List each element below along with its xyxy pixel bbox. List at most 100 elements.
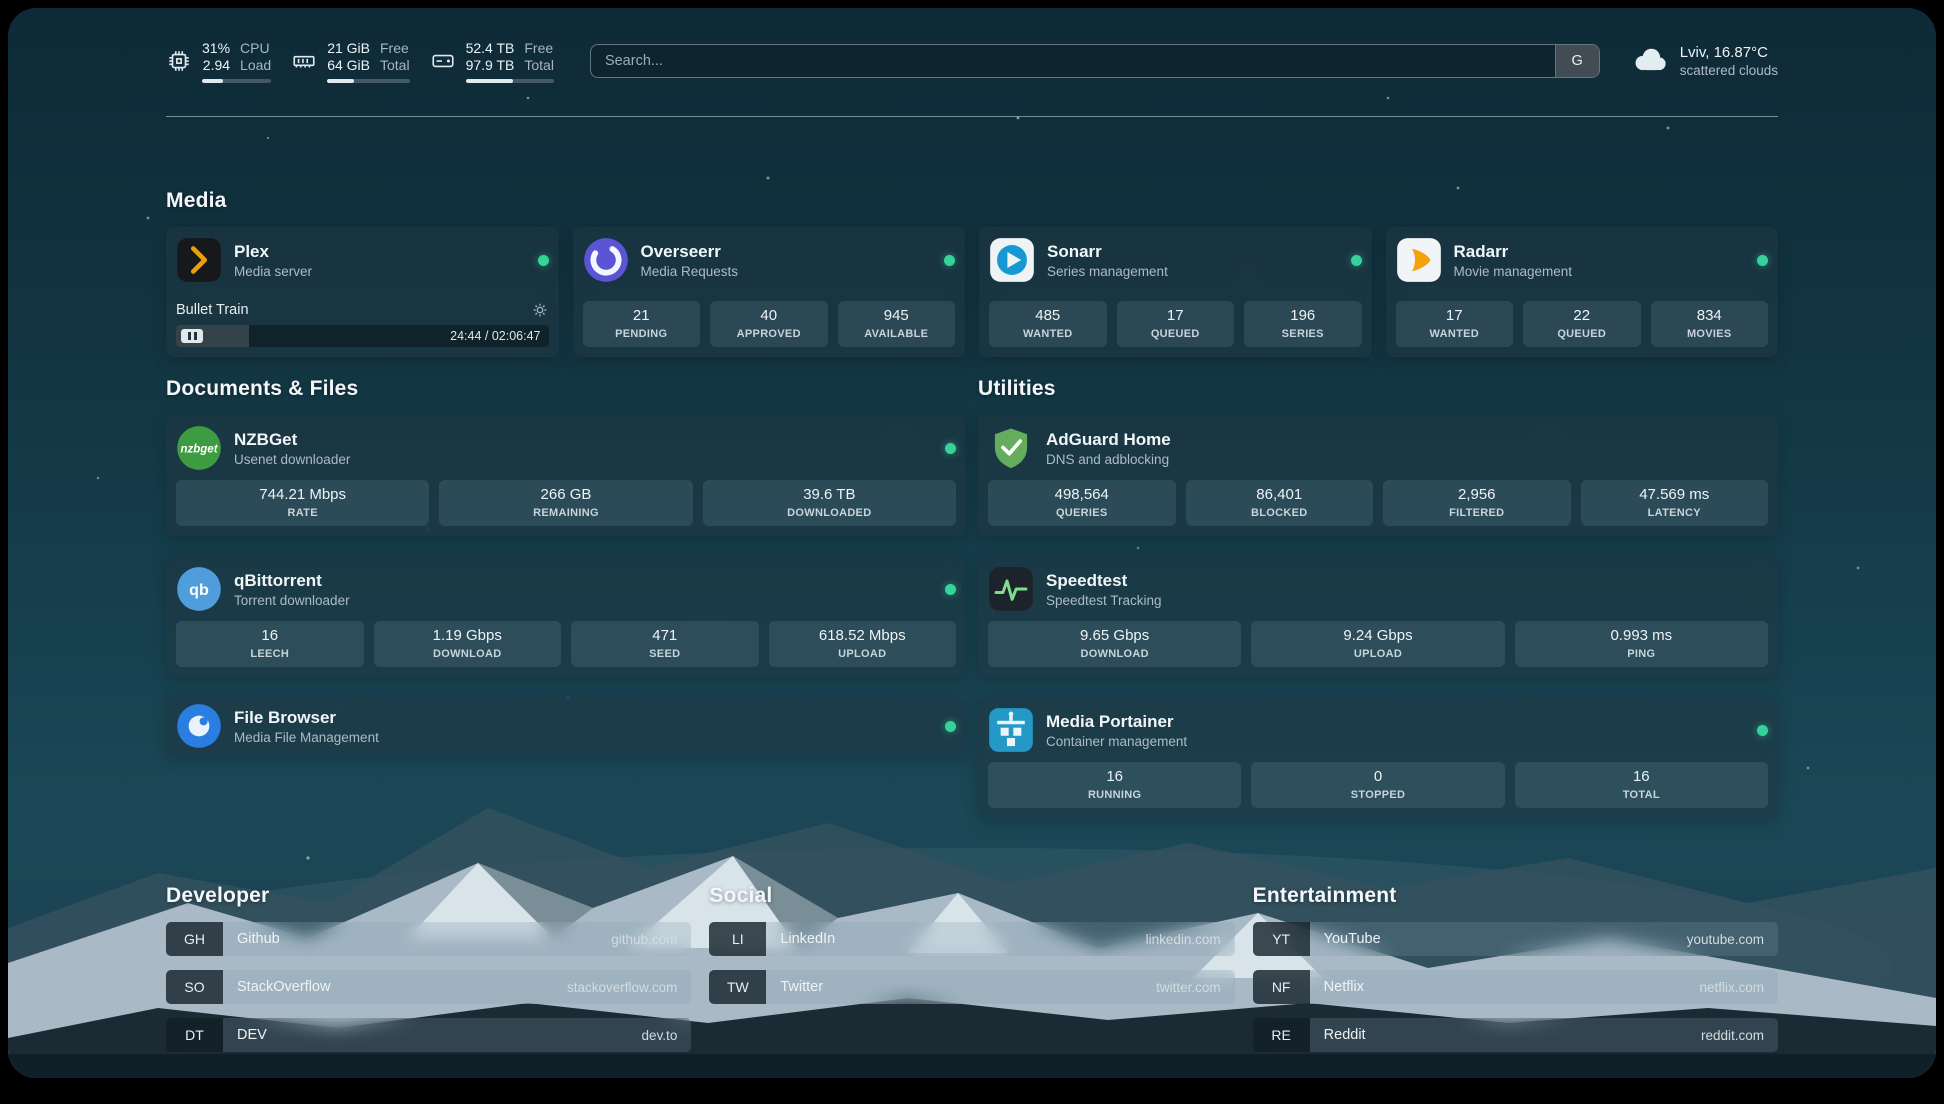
cpu-usage-value: 31% xyxy=(202,40,230,57)
bookmark-abbr: RE xyxy=(1253,1018,1310,1052)
bookmark-url: linkedin.com xyxy=(1146,932,1221,947)
service-description: Container management xyxy=(1046,733,1187,750)
sonarr-icon xyxy=(989,237,1035,283)
stat-wanted: 17 WANTED xyxy=(1396,301,1514,347)
stat-available: 945 AVAILABLE xyxy=(838,301,956,347)
service-description: Media File Management xyxy=(234,729,379,746)
service-card-radarr[interactable]: Radarr Movie management 17 WANTED 22 QUE… xyxy=(1386,227,1779,357)
header: 31% 2.94 CPU Load xyxy=(166,34,1778,88)
cpu-widget: 31% 2.94 CPU Load xyxy=(166,40,271,83)
stat-upload: 9.24 Gbps UPLOAD xyxy=(1251,621,1504,667)
cloud-icon xyxy=(1630,45,1668,78)
service-name: Media Portainer xyxy=(1046,711,1187,732)
service-description: Series management xyxy=(1047,263,1168,280)
weather-text: Lviv, 16.87°C scattered clouds xyxy=(1680,43,1778,79)
bookmark-name: DEV xyxy=(237,1027,267,1043)
qbittorrent-icon: qb xyxy=(176,566,222,612)
bookmark-abbr: LI xyxy=(709,922,766,956)
bookmark-url: netflix.com xyxy=(1699,980,1764,995)
memory-total-value: 64 GiB xyxy=(327,57,370,74)
section-utilities: Utilities AdGuard Home xyxy=(978,377,1778,818)
memory-free-value: 21 GiB xyxy=(327,40,370,57)
overseerr-icon xyxy=(583,237,629,283)
service-description: Usenet downloader xyxy=(234,451,350,468)
service-card-adguard[interactable]: AdGuard Home DNS and adblocking 498,564 … xyxy=(978,415,1778,536)
stat-ping: 0.993 ms PING xyxy=(1515,621,1768,667)
status-online-dot xyxy=(945,584,956,595)
weather-widget: Lviv, 16.87°C scattered clouds xyxy=(1630,43,1778,79)
service-card-sonarr[interactable]: Sonarr Series management 485 WANTED 17 Q… xyxy=(979,227,1372,357)
cpu-label: CPU xyxy=(240,40,271,57)
stat-rate: 744.21 Mbps RATE xyxy=(176,480,429,526)
bookmark-youtube[interactable]: YT YouTube youtube.com xyxy=(1253,922,1778,956)
plex-icon xyxy=(176,237,222,283)
bookmark-abbr: GH xyxy=(166,922,223,956)
pause-button[interactable] xyxy=(181,329,203,343)
service-description: Torrent downloader xyxy=(234,592,350,609)
stat-downloaded: 39.6 TB DOWNLOADED xyxy=(703,480,956,526)
bookmark-stackoverflow[interactable]: SO StackOverflow stackoverflow.com xyxy=(166,970,691,1004)
stat-approved: 40 APPROVED xyxy=(710,301,828,347)
service-card-portainer[interactable]: Media Portainer Container management 16 … xyxy=(978,697,1778,818)
adguard-icon xyxy=(988,425,1034,471)
stat-series: 196 SERIES xyxy=(1244,301,1362,347)
playback-time: 24:44 / 02:06:47 xyxy=(450,325,540,347)
bookmark-dev[interactable]: DT DEV dev.to xyxy=(166,1018,691,1052)
status-online-dot xyxy=(944,255,955,266)
bookmark-netflix[interactable]: NF Netflix netflix.com xyxy=(1253,970,1778,1004)
bookmark-twitter[interactable]: TW Twitter twitter.com xyxy=(709,970,1234,1004)
cpu-icon xyxy=(166,48,192,74)
stat-latency: 47.569 ms LATENCY xyxy=(1581,480,1769,526)
status-online-dot xyxy=(538,255,549,266)
bookmark-url: youtube.com xyxy=(1687,932,1764,947)
service-description: Speedtest Tracking xyxy=(1046,592,1162,609)
bookmark-url: twitter.com xyxy=(1156,980,1221,995)
bookmark-url: github.com xyxy=(611,932,677,947)
service-card-nzbget[interactable]: nzbget NZBGet Usenet downloader 744.21 M… xyxy=(166,415,966,536)
disk-widget: 52.4 TB 97.9 TB Free Total xyxy=(430,40,554,83)
stat-wanted: 485 WANTED xyxy=(989,301,1107,347)
service-card-qbittorrent[interactable]: qb qBittorrent Torrent downloader 16 xyxy=(166,556,966,677)
weather-location: Lviv, 16.87°C xyxy=(1680,43,1778,62)
memory-icon xyxy=(291,48,317,74)
service-name: AdGuard Home xyxy=(1046,429,1171,450)
stat-queries: 498,564 QUERIES xyxy=(988,480,1176,526)
stat-stopped: 0 STOPPED xyxy=(1251,762,1504,808)
stat-blocked: 86,401 BLOCKED xyxy=(1186,480,1374,526)
disk-readout: 52.4 TB 97.9 TB Free Total xyxy=(466,40,554,83)
stat-download: 9.65 Gbps DOWNLOAD xyxy=(988,621,1241,667)
bookmark-linkedin[interactable]: LI LinkedIn linkedin.com xyxy=(709,922,1234,956)
disk-total-label: Total xyxy=(524,57,554,74)
stat-pending: 21 PENDING xyxy=(583,301,701,347)
service-description: DNS and adblocking xyxy=(1046,451,1171,468)
bookmark-github[interactable]: GH Github github.com xyxy=(166,922,691,956)
bookmark-abbr: DT xyxy=(166,1018,223,1052)
bookmark-name: Twitter xyxy=(780,979,823,995)
bookmark-abbr: NF xyxy=(1253,970,1310,1004)
status-online-dot xyxy=(1757,255,1768,266)
service-name: File Browser xyxy=(234,707,379,728)
memory-readout: 21 GiB 64 GiB Free Total xyxy=(327,40,409,83)
service-description: Media server xyxy=(234,263,312,280)
search-bar: G xyxy=(590,44,1600,78)
search-provider-button[interactable]: G xyxy=(1555,45,1599,77)
bookmark-group-entertainment: Entertainment YT YouTube youtube.com NF … xyxy=(1253,884,1778,1052)
bookmark-name: YouTube xyxy=(1324,931,1381,947)
stat-seed: 471 SEED xyxy=(571,621,759,667)
service-card-speedtest[interactable]: Speedtest Speedtest Tracking 9.65 Gbps D… xyxy=(978,556,1778,677)
search-input[interactable] xyxy=(591,45,1555,77)
media-grid: Plex Media server Bullet Train xyxy=(166,227,1778,357)
disk-progress-bar xyxy=(466,79,554,83)
radarr-icon xyxy=(1396,237,1442,283)
disk-total-value: 97.9 TB xyxy=(466,57,515,74)
bookmark-name: Github xyxy=(237,931,280,947)
service-card-plex[interactable]: Plex Media server Bullet Train xyxy=(166,227,559,357)
service-card-overseerr[interactable]: Overseerr Media Requests 21 PENDING 40 A… xyxy=(573,227,966,357)
portainer-icon xyxy=(988,707,1034,753)
stat-queued: 17 QUEUED xyxy=(1117,301,1235,347)
gear-icon[interactable] xyxy=(531,301,549,319)
memory-widget: 21 GiB 64 GiB Free Total xyxy=(291,40,409,83)
section-title-developer: Developer xyxy=(166,884,691,908)
service-card-filebrowser[interactable]: File Browser Media File Management xyxy=(166,697,966,755)
bookmark-reddit[interactable]: RE Reddit reddit.com xyxy=(1253,1018,1778,1052)
